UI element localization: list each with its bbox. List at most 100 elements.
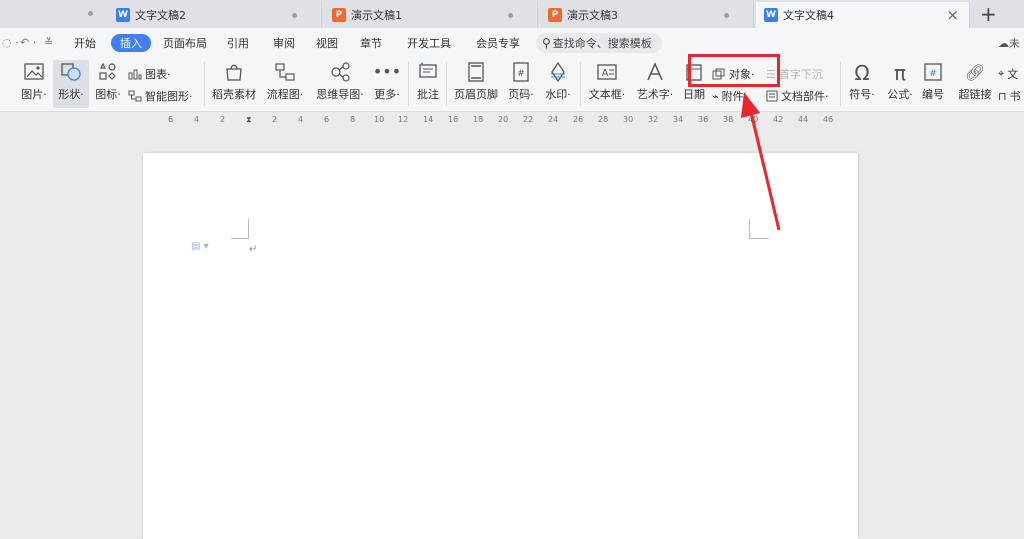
word-doc-icon: W	[116, 8, 130, 22]
indent-marker[interactable]: ⧗	[246, 115, 252, 125]
numbering-icon: #	[920, 62, 946, 84]
watermark-button[interactable]: 水印·	[540, 62, 576, 102]
ruler-tick-label: 30	[623, 115, 634, 124]
undo-icon[interactable]: ↶ ·	[20, 36, 36, 49]
new-tab-button[interactable]: +	[980, 2, 997, 26]
margin-corner-top-right	[749, 219, 769, 239]
menu-review[interactable]: 审阅	[273, 35, 295, 51]
pi-icon: π	[893, 61, 907, 85]
ruler-tick-label: 34	[673, 115, 684, 124]
attachment-button[interactable]: ⌁ 附件	[712, 88, 744, 104]
symbol-button[interactable]: Ω 符号·	[845, 62, 879, 102]
chart-button[interactable]: 图表 ·	[128, 66, 171, 82]
ruler-tick-label: 14	[423, 115, 434, 124]
picture-icon	[14, 62, 54, 84]
shape-icon	[53, 62, 89, 84]
page-number-icon: #	[503, 62, 539, 84]
header-footer-icon	[453, 62, 499, 84]
ruler-tick-label: 40	[748, 115, 759, 124]
redo-icon[interactable]: ◌ ·	[2, 36, 19, 49]
cross-reference-icon: ⌖	[998, 67, 1005, 80]
ruler-tick-label: 24	[548, 115, 559, 124]
smart-shape-button[interactable]: 智能图形 ·	[128, 88, 193, 104]
menu-member[interactable]: 会员专享	[476, 35, 520, 51]
mindmap-button[interactable]: 思维导图·	[313, 62, 367, 102]
ruler-tick-label: 10	[374, 115, 385, 124]
horizontal-ruler[interactable]: 6 4 2 ⧗ 2 4 6 8 10 12 14 16 18 20 22 24 …	[150, 114, 850, 128]
text-box-button[interactable]: A 文本框·	[585, 62, 629, 102]
ruler-tick-label: 16	[448, 115, 459, 124]
tab-status-dot	[724, 13, 729, 18]
shape-button[interactable]: 形状·	[53, 60, 89, 108]
ruler-tick-label: 4	[298, 115, 304, 124]
svg-text:#: #	[517, 69, 525, 79]
layout-options-icon[interactable]: ▤ ▾	[191, 241, 209, 252]
flowchart-button[interactable]: 流程图·	[263, 62, 307, 102]
svg-text:#: #	[929, 69, 937, 79]
ruler-tick-label: 20	[498, 115, 509, 124]
presentation-icon: P	[548, 8, 562, 22]
menu-references[interactable]: 引用	[227, 35, 249, 51]
hyperlink-button[interactable]: 🔗︎ 超链接	[955, 62, 995, 102]
menu-page-layout[interactable]: 页面布局	[163, 35, 207, 51]
tab-doc-4[interactable]: W 文字文稿4 ×	[756, 2, 970, 28]
ruler-tick-label: 44	[798, 115, 809, 124]
ruler-tick-label: 8	[350, 115, 356, 124]
tab-doc-3[interactable]: P 演示文稿3	[540, 2, 754, 28]
close-icon[interactable]: ×	[946, 6, 959, 24]
svg-text:A: A	[602, 68, 609, 79]
tab-label: 文字文稿4	[783, 9, 834, 22]
document-parts-icon	[766, 90, 778, 102]
ruler-tick-label: 32	[648, 115, 659, 124]
bookmark-button[interactable]: ⊓ 书	[998, 88, 1021, 104]
menu-home[interactable]: 开始	[74, 35, 96, 51]
flowchart-icon	[263, 62, 307, 84]
chart-icon	[128, 68, 142, 80]
ruler-tick-label: 42	[773, 115, 784, 124]
more-button[interactable]: ••• 更多·	[370, 62, 404, 102]
header-footer-button[interactable]: 页眉页脚	[453, 62, 499, 102]
comment-button[interactable]: 批注	[414, 62, 442, 102]
menu-bar: ◌ · ↶ · ≚ 开始 插入 页面布局 引用 审阅 视图 章节 开发工具 会员…	[0, 28, 1024, 58]
tab-doc-1[interactable]: W 文字文稿2	[108, 2, 322, 28]
icon-library-button[interactable]: 图标·	[91, 62, 125, 102]
word-art-icon	[633, 62, 677, 84]
word-art-button[interactable]: 艺术字·	[633, 62, 677, 102]
picture-button[interactable]: 图片·	[14, 62, 54, 102]
cloud-icon: ☁	[998, 37, 1009, 50]
document-parts-button[interactable]: 文档部件 ·	[766, 88, 829, 104]
ribbon-divider	[204, 62, 205, 106]
mindmap-icon	[313, 62, 367, 84]
menu-view[interactable]: 视图	[316, 35, 338, 51]
icons-grid-icon	[91, 62, 125, 84]
tab-status-dot	[88, 11, 93, 16]
presentation-icon: P	[332, 8, 346, 22]
ruler-tick-label: 6	[324, 115, 330, 124]
tab-doc-2[interactable]: P 演示文稿1	[324, 2, 538, 28]
ruler-tick-label: 12	[398, 115, 409, 124]
cross-reference-button[interactable]: ⌖ 文	[998, 66, 1018, 82]
menu-insert[interactable]: 插入	[111, 34, 151, 52]
docer-material-button[interactable]: 稻壳素材	[210, 62, 258, 102]
customize-toolbar-icon[interactable]: ≚	[44, 36, 53, 49]
menu-developer[interactable]: 开发工具	[407, 35, 451, 51]
search-placeholder: 查找命令、搜索模板	[552, 37, 652, 50]
ribbon-divider	[408, 62, 409, 106]
cloud-sync-button[interactable]: ☁未	[998, 35, 1020, 51]
ruler-tick-label: 18	[473, 115, 484, 124]
tab-strip: W 文字文稿2 P 演示文稿1 P 演示文稿3 W 文字文稿4 × +	[0, 0, 1024, 28]
search-icon: ⚲	[542, 36, 551, 50]
command-search[interactable]: ⚲ 查找命令、搜索模板	[536, 33, 662, 53]
text-box-icon: A	[585, 62, 629, 84]
ruler-tick-label: 26	[573, 115, 584, 124]
formula-button[interactable]: π 公式·	[883, 62, 917, 102]
annotation-highlight-box	[688, 54, 780, 87]
document-page[interactable]: ▤ ▾ ↵	[143, 153, 858, 539]
ruler-tick-label: 22	[523, 115, 534, 124]
page-number-button[interactable]: # 页码·	[503, 62, 539, 102]
bookmark-icon: ⊓	[998, 89, 1007, 103]
menu-section[interactable]: 章节	[360, 35, 382, 51]
ruler-tick-label: 4	[194, 115, 200, 124]
word-doc-icon: W	[764, 8, 778, 22]
numbering-button[interactable]: # 编号	[920, 62, 946, 102]
